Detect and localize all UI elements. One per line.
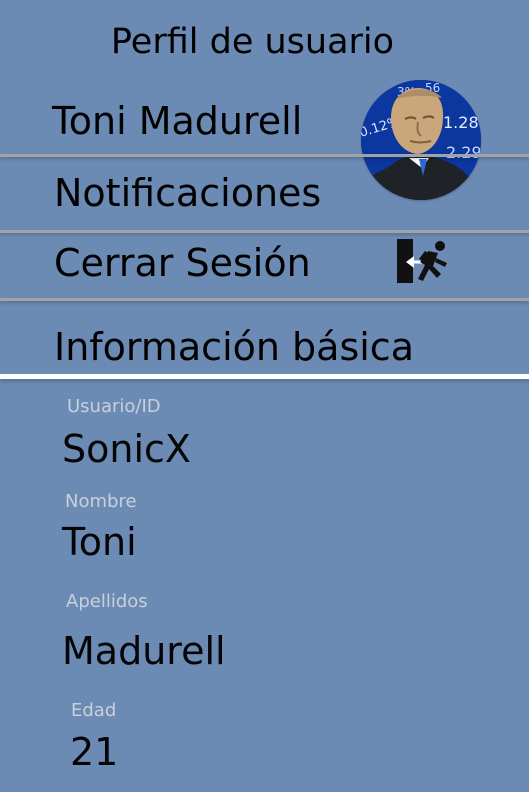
exit-door-icon <box>397 239 447 283</box>
svg-text:2.29: 2.29 <box>446 143 481 162</box>
user-id-label: Usuario/ID <box>67 396 161 417</box>
age-value: 21 <box>70 730 119 774</box>
svg-text:1.28: 1.28 <box>443 113 479 132</box>
user-id-value: SonicX <box>62 427 191 471</box>
page-title: Perfil de usuario <box>110 22 395 62</box>
basic-info-divider <box>0 374 529 379</box>
notifications-divider <box>0 230 529 233</box>
notifications-item[interactable]: Notificaciones <box>54 170 321 216</box>
logout-item[interactable]: Cerrar Sesión <box>54 240 311 286</box>
surname-label: Apellidos <box>66 591 148 612</box>
avatar-image: 3% 56 0.12% 1.28 2.29 <box>361 80 481 200</box>
logout-divider <box>0 298 529 301</box>
profile-name: Toni Madurell <box>52 99 303 143</box>
age-label: Edad <box>71 700 117 721</box>
surname-value: Madurell <box>62 629 226 673</box>
profile-divider <box>0 154 529 157</box>
first-name-label: Nombre <box>65 491 137 512</box>
profile-avatar[interactable]: 3% 56 0.12% 1.28 2.29 <box>361 80 481 200</box>
basic-info-heading: Información básica <box>54 325 414 369</box>
first-name-value: Toni <box>62 520 137 564</box>
logout-button[interactable] <box>394 236 452 288</box>
